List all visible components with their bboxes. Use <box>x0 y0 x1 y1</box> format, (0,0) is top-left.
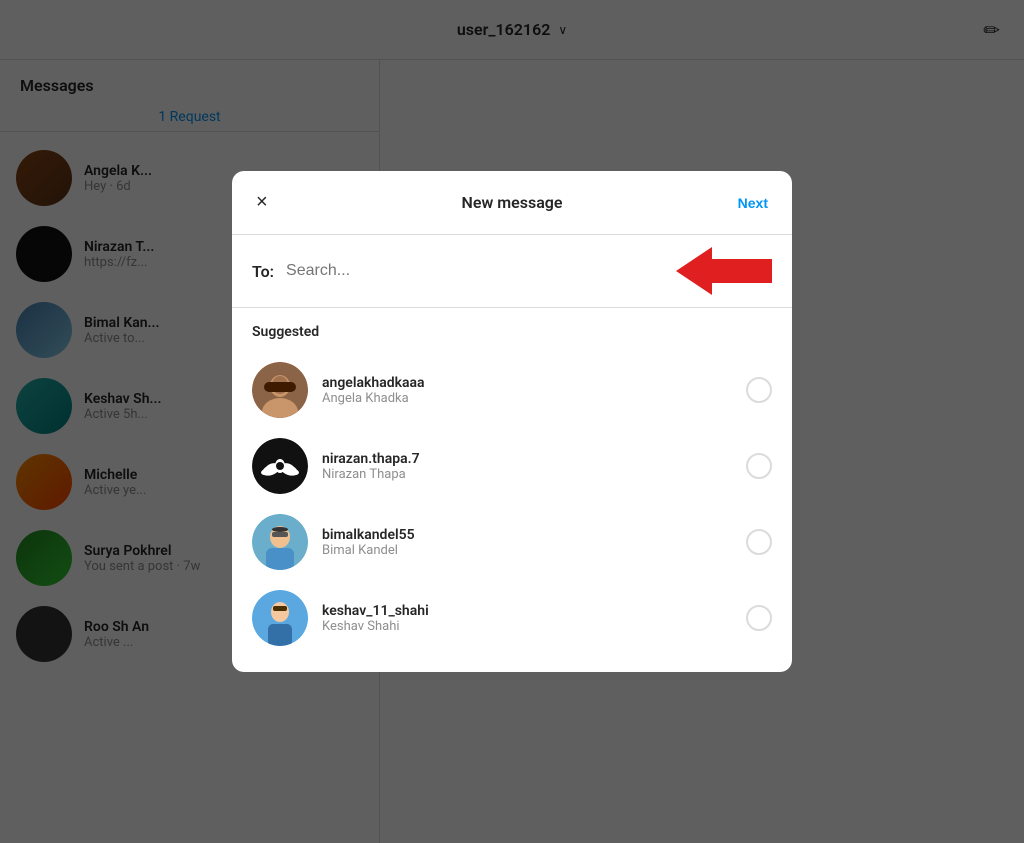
modal-title: New message <box>462 193 563 212</box>
avatar <box>252 514 308 570</box>
contact-display-name: Keshav Shahi <box>322 619 732 634</box>
contact-info: keshav_11_shahi Keshav Shahi <box>322 603 732 634</box>
bimal-avatar <box>252 514 308 570</box>
suggested-label: Suggested <box>232 324 792 352</box>
contact-item[interactable]: angelakhadkaaa Angela Khadka <box>232 352 792 428</box>
close-button[interactable]: × <box>252 187 272 218</box>
contact-display-name: Nirazan Thapa <box>322 467 732 482</box>
new-message-modal: × New message Next To: Suggested <box>232 171 792 672</box>
contact-username: keshav_11_shahi <box>322 603 732 619</box>
select-radio[interactable] <box>746 453 772 479</box>
modal-overlay: × New message Next To: Suggested <box>0 0 1024 843</box>
contact-display-name: Angela Khadka <box>322 391 732 406</box>
red-arrow <box>676 247 772 295</box>
contact-item[interactable]: nirazan.thapa.7 Nirazan Thapa <box>232 428 792 504</box>
search-input[interactable] <box>286 262 656 280</box>
select-radio[interactable] <box>746 605 772 631</box>
contact-display-name: Bimal Kandel <box>322 543 732 558</box>
select-radio[interactable] <box>746 529 772 555</box>
to-label: To: <box>252 262 274 281</box>
contact-info: angelakhadkaaa Angela Khadka <box>322 375 732 406</box>
search-row: To: <box>232 235 792 308</box>
select-radio[interactable] <box>746 377 772 403</box>
contact-username: bimalkandel55 <box>322 527 732 543</box>
avatar <box>252 590 308 646</box>
contact-info: nirazan.thapa.7 Nirazan Thapa <box>322 451 732 482</box>
contact-info: bimalkandel55 Bimal Kandel <box>322 527 732 558</box>
avatar <box>252 362 308 418</box>
avatar <box>252 438 308 494</box>
modal-header: × New message Next <box>232 171 792 235</box>
keshav-avatar <box>252 590 308 646</box>
contact-item[interactable]: bimalkandel55 Bimal Kandel <box>232 504 792 580</box>
contact-username: nirazan.thapa.7 <box>322 451 732 467</box>
nirazan-avatar <box>252 438 308 494</box>
next-button[interactable]: Next <box>734 191 772 215</box>
modal-body: Suggested angelakhadkaaa <box>232 308 792 672</box>
angela-avatar <box>252 362 308 418</box>
contact-item[interactable]: keshav_11_shahi Keshav Shahi <box>232 580 792 656</box>
contact-username: angelakhadkaaa <box>322 375 732 391</box>
